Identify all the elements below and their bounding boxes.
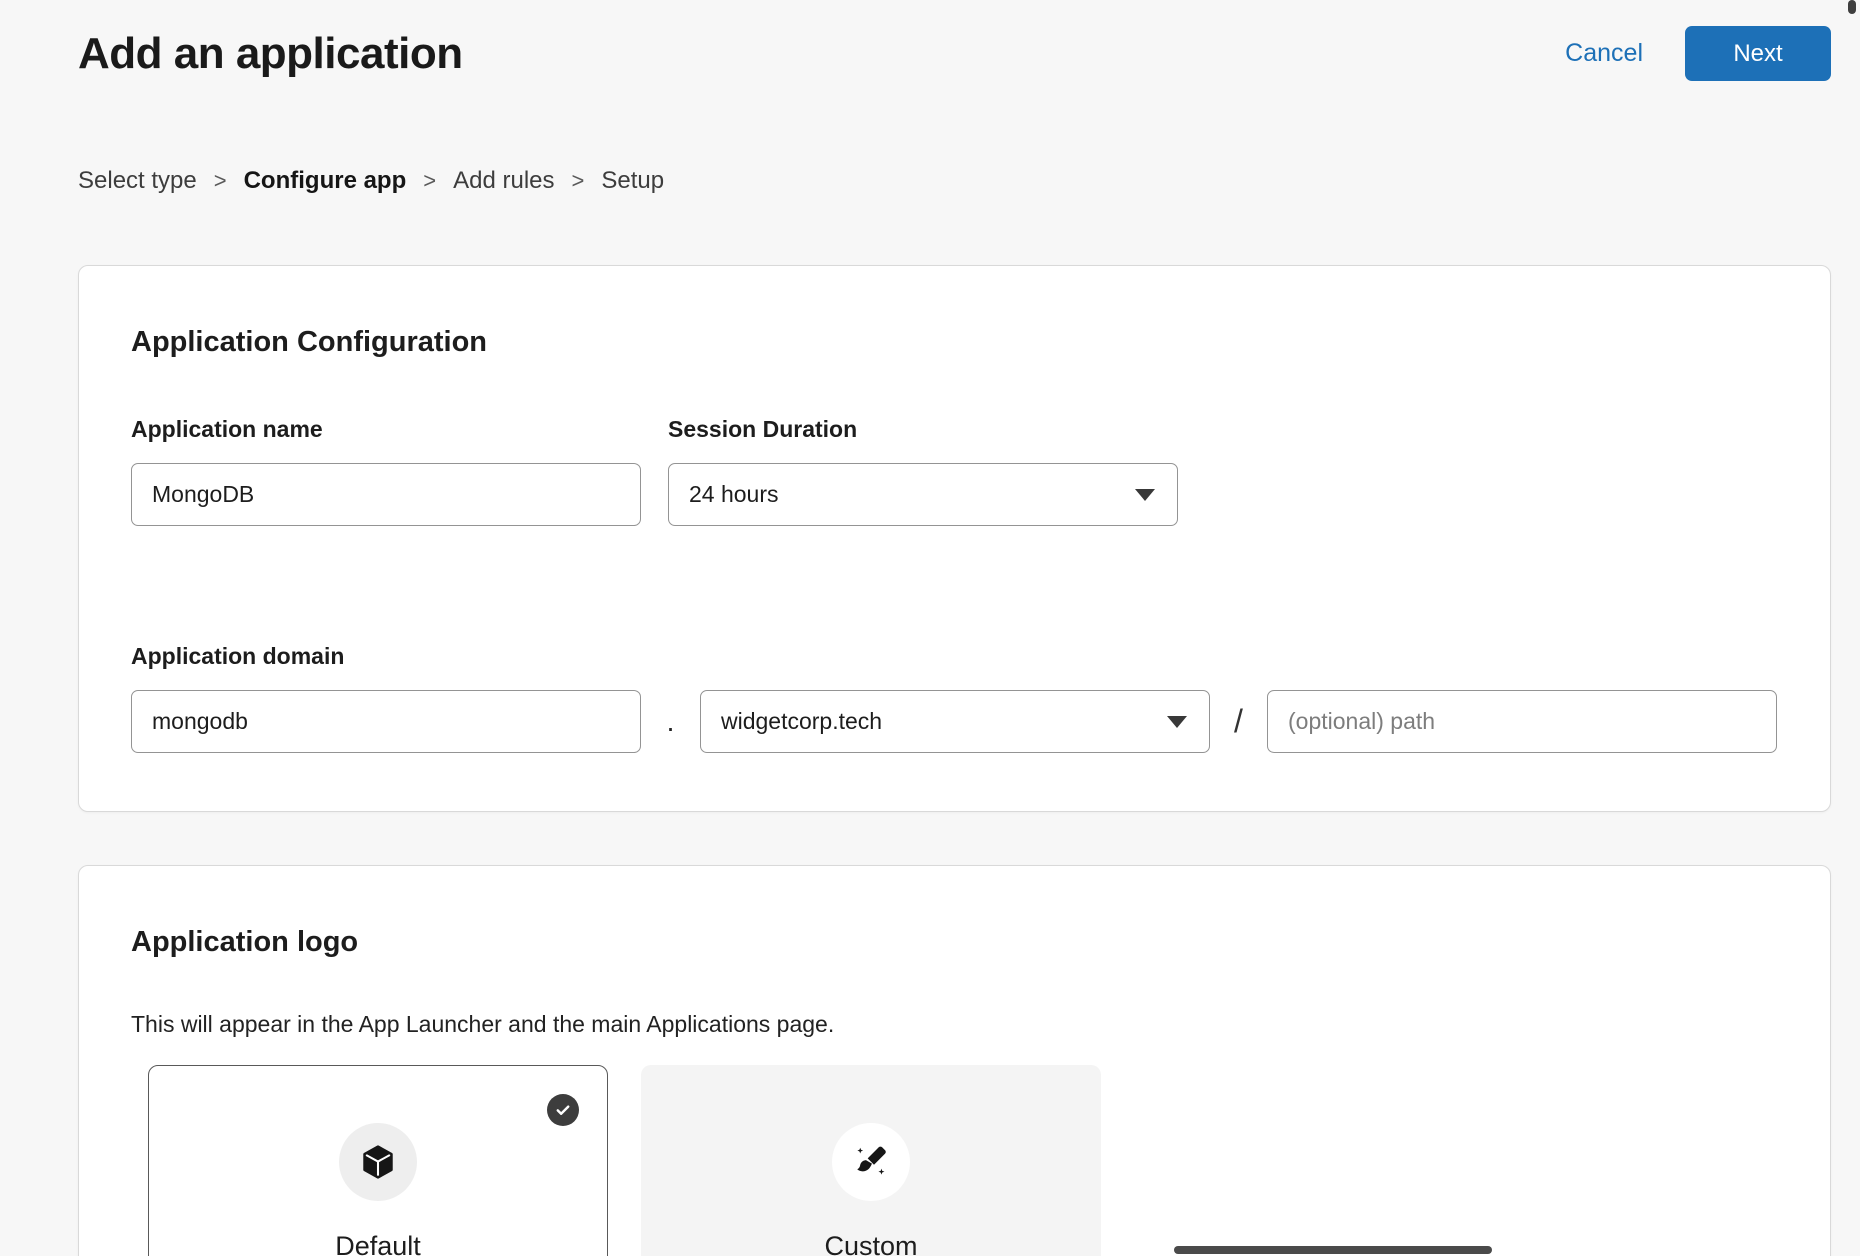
application-domain-field: Application domain . widgetcorp.tech /	[131, 642, 1778, 753]
custom-logo-icon-circle	[832, 1123, 910, 1201]
application-logo-title: Application logo	[131, 924, 1778, 960]
paintbrush-icon	[852, 1143, 890, 1181]
breadcrumb-separator: >	[423, 167, 436, 195]
breadcrumb-separator: >	[214, 167, 227, 195]
domain-select[interactable]: widgetcorp.tech	[700, 690, 1210, 753]
chevron-down-icon	[1167, 716, 1187, 728]
add-application-page: Add an application Cancel Next Select ty…	[0, 0, 1860, 1256]
logo-option-custom-label: Custom	[824, 1231, 917, 1256]
logo-options: Default Custom	[148, 1065, 1778, 1256]
next-button[interactable]: Next	[1685, 26, 1831, 81]
session-duration-field: Session Duration 24 hours	[668, 415, 1178, 526]
session-duration-label: Session Duration	[668, 415, 1178, 443]
domain-select-value: widgetcorp.tech	[721, 708, 882, 735]
session-duration-value: 24 hours	[689, 481, 779, 508]
application-name-field: Application name	[131, 415, 641, 526]
horizontal-scrollbar-thumb[interactable]	[1174, 1246, 1492, 1254]
application-logo-description: This will appear in the App Launcher and…	[131, 1010, 1778, 1038]
application-name-label: Application name	[131, 415, 641, 443]
chevron-down-icon	[1135, 489, 1155, 501]
name-and-duration-row: Application name Session Duration 24 hou…	[131, 415, 1778, 526]
application-configuration-title: Application Configuration	[131, 324, 1778, 360]
logo-option-default-label: Default	[335, 1231, 421, 1256]
application-name-input[interactable]	[131, 463, 641, 526]
session-duration-select[interactable]: 24 hours	[668, 463, 1178, 526]
domain-dot-separator: .	[641, 706, 700, 738]
cancel-button[interactable]: Cancel	[1565, 39, 1643, 68]
subdomain-input[interactable]	[131, 690, 641, 753]
logo-option-default[interactable]: Default	[148, 1065, 608, 1256]
breadcrumb: Select type > Configure app > Add rules …	[78, 167, 1860, 195]
application-domain-row: . widgetcorp.tech /	[131, 670, 1778, 753]
breadcrumb-step-select-type[interactable]: Select type	[78, 167, 197, 195]
page-header: Add an application Cancel Next	[0, 0, 1860, 81]
breadcrumb-step-configure-app: Configure app	[244, 167, 407, 195]
domain-slash-separator: /	[1210, 703, 1267, 740]
path-input[interactable]	[1267, 690, 1777, 753]
selected-check-icon	[547, 1094, 579, 1126]
default-logo-icon-circle	[339, 1123, 417, 1201]
breadcrumb-step-setup: Setup	[601, 167, 664, 195]
logo-option-custom[interactable]: Custom	[641, 1065, 1101, 1256]
application-logo-card: Application logo This will appear in the…	[78, 865, 1831, 1256]
header-actions: Cancel Next	[1565, 26, 1831, 81]
breadcrumb-step-add-rules: Add rules	[453, 167, 554, 195]
application-domain-label: Application domain	[131, 642, 1778, 670]
breadcrumb-separator: >	[572, 167, 585, 195]
page-title: Add an application	[78, 28, 463, 80]
vertical-scrollbar-thumb[interactable]	[1848, 0, 1856, 14]
application-configuration-card: Application Configuration Application na…	[78, 265, 1831, 812]
cube-icon	[359, 1143, 397, 1181]
